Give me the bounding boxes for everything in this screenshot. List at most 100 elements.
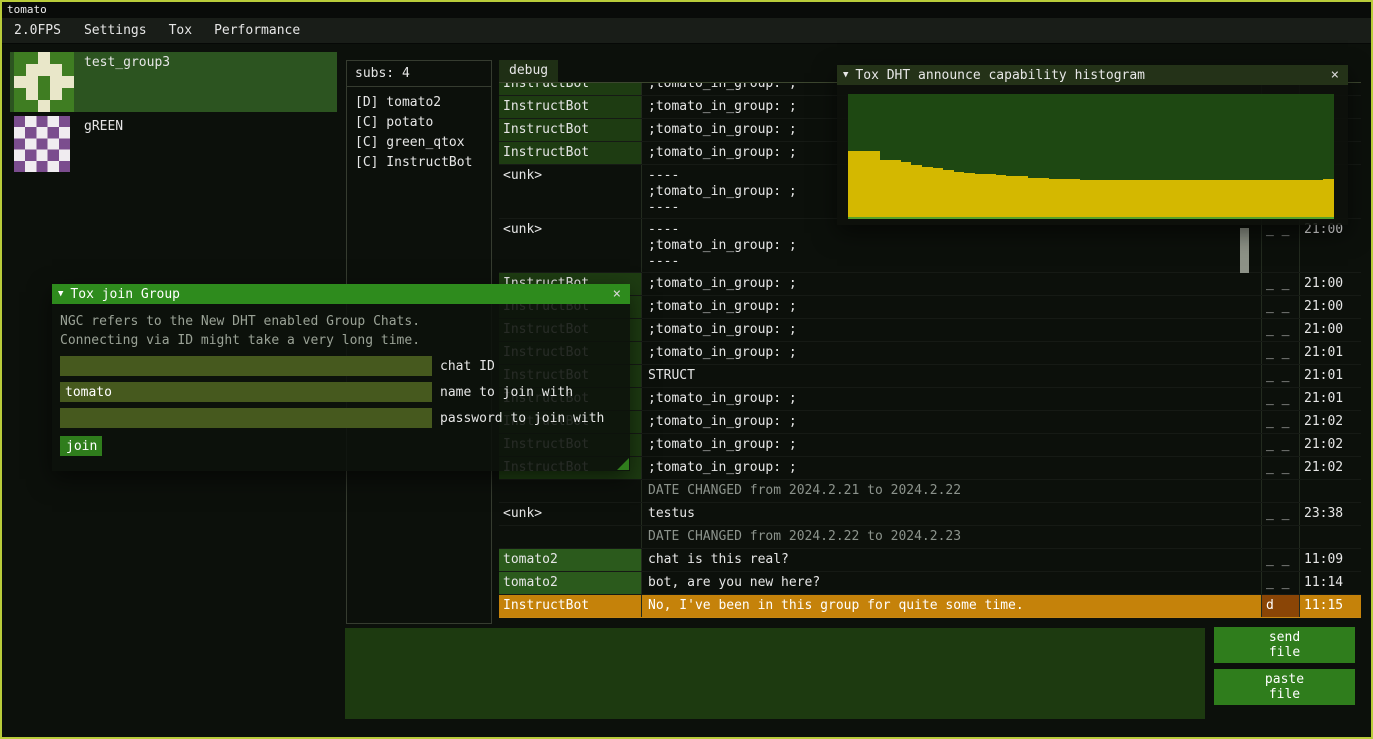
- member-item[interactable]: [C] InstructBot: [347, 153, 491, 173]
- close-icon[interactable]: ×: [610, 284, 624, 304]
- histogram-bar: [1218, 180, 1229, 217]
- histogram-bar: [911, 165, 922, 217]
- message-time: [1299, 526, 1361, 548]
- contact-item-test-group3[interactable]: test_group3: [10, 52, 337, 112]
- message-input[interactable]: [345, 628, 1205, 719]
- paste-file-button[interactable]: paste file: [1214, 669, 1355, 705]
- chat-row[interactable]: tomato2bot, are you new here?_ _11:14: [499, 572, 1361, 595]
- histogram-window: ▼ Tox DHT announce capability histogram …: [837, 65, 1348, 225]
- histogram-bar: [1091, 180, 1102, 217]
- message-flags: _ _: [1261, 503, 1299, 525]
- message-flags: _ _: [1261, 319, 1299, 341]
- histogram-bar: [1313, 180, 1324, 217]
- histogram-bar: [1049, 179, 1060, 217]
- message-time: 11:09: [1299, 549, 1361, 571]
- collapse-icon[interactable]: ▼: [843, 70, 848, 80]
- message-flags: _ _: [1261, 434, 1299, 456]
- histogram-bar: [1028, 178, 1039, 217]
- message-time: 21:01: [1299, 365, 1361, 387]
- histogram-bar: [1207, 180, 1218, 217]
- message-flags: _ _: [1261, 411, 1299, 433]
- join-description-line1: NGC refers to the New DHT enabled Group …: [60, 312, 622, 331]
- date-changed-text: DATE CHANGED from 2024.2.21 to 2024.2.22: [641, 480, 1261, 502]
- histogram-bar: [933, 168, 944, 217]
- chat-scrollbar-thumb[interactable]: [1240, 228, 1249, 273]
- contact-avatar: [14, 116, 74, 176]
- histogram-bar: [1070, 179, 1081, 217]
- message-flags: _ _: [1261, 572, 1299, 594]
- sender-name: <unk>: [499, 219, 641, 272]
- app-window: tomato 2.0FPS Settings Tox Performance t…: [0, 0, 1373, 739]
- histogram-bar: [1038, 178, 1049, 217]
- sender-name: <unk>: [499, 165, 641, 218]
- histogram-window-body: [837, 85, 1348, 225]
- join-password-input[interactable]: [60, 408, 432, 428]
- histogram-bar: [954, 172, 965, 218]
- contact-item-green[interactable]: gREEN: [10, 116, 337, 176]
- message-text: ;tomato_in_group: ;: [641, 434, 1261, 456]
- message-flags: _ _: [1261, 365, 1299, 387]
- chat-id-input[interactable]: [60, 356, 432, 376]
- sender-name: [499, 480, 641, 502]
- chat-row[interactable]: <unk>----;tomato_in_group: ;----_ _21:00: [499, 219, 1361, 273]
- chat-row[interactable]: tomato2chat is this real?_ _11:09: [499, 549, 1361, 572]
- chat-row[interactable]: InstructBotNo, I've been in this group f…: [499, 595, 1361, 618]
- histogram-bar: [1133, 180, 1144, 217]
- join-name-input[interactable]: [60, 382, 432, 402]
- chat-id-label: chat ID: [440, 359, 495, 374]
- sender-name: InstructBot: [499, 142, 641, 164]
- close-icon[interactable]: ×: [1328, 65, 1342, 85]
- histogram-bar: [1186, 180, 1197, 217]
- os-window-title: tomato: [2, 2, 1371, 18]
- histogram-bar: [1154, 180, 1165, 217]
- histogram-bar: [975, 174, 986, 217]
- join-description-line2: Connecting via ID might take a very long…: [60, 331, 622, 350]
- message-time: 11:15: [1299, 595, 1361, 617]
- message-text: STRUCT: [641, 365, 1261, 387]
- join-group-window-titlebar[interactable]: ▼ Tox join Group ×: [52, 284, 630, 304]
- sender-name: <unk>: [499, 503, 641, 525]
- histogram-bar: [1271, 180, 1282, 217]
- histogram-plot: [848, 94, 1334, 219]
- histogram-window-titlebar[interactable]: ▼ Tox DHT announce capability histogram …: [837, 65, 1348, 85]
- menu-performance[interactable]: Performance: [203, 18, 311, 43]
- join-button[interactable]: join: [60, 436, 102, 456]
- message-text: ;tomato_in_group: ;: [641, 388, 1261, 410]
- histogram-bar: [1165, 180, 1176, 217]
- menu-tox[interactable]: Tox: [158, 18, 203, 43]
- member-item[interactable]: [C] potato: [347, 113, 491, 133]
- collapse-icon[interactable]: ▼: [58, 289, 63, 299]
- histogram-bar: [1080, 180, 1091, 217]
- histogram-bar: [985, 174, 996, 217]
- message-time: 21:01: [1299, 342, 1361, 364]
- sender-name: tomato2: [499, 549, 641, 571]
- message-text: ;tomato_in_group: ;: [641, 319, 1261, 341]
- join-password-label: password to join with: [440, 411, 604, 426]
- subs-list: [D] tomato2 [C] potato [C] green_qtox [C…: [347, 87, 491, 173]
- histogram-bar: [1017, 176, 1028, 217]
- histogram-bar: [890, 160, 901, 217]
- resize-grip[interactable]: [617, 458, 629, 470]
- histogram-bar: [996, 175, 1007, 217]
- message-time: [1299, 480, 1361, 502]
- message-flags: d: [1261, 595, 1299, 617]
- histogram-bar: [1102, 180, 1113, 217]
- join-group-window: ▼ Tox join Group × NGC refers to the New…: [52, 284, 630, 471]
- sender-name: InstructBot: [499, 83, 641, 95]
- send-file-button[interactable]: send file: [1214, 627, 1355, 663]
- chat-date-separator[interactable]: DATE CHANGED from 2024.2.21 to 2024.2.22: [499, 480, 1361, 503]
- tab-debug[interactable]: debug: [499, 60, 558, 82]
- member-item[interactable]: [C] green_qtox: [347, 133, 491, 153]
- sender-name: InstructBot: [499, 119, 641, 141]
- histogram-bar: [1281, 180, 1292, 217]
- chat-row[interactable]: <unk>testus_ _23:38: [499, 503, 1361, 526]
- menu-settings[interactable]: Settings: [73, 18, 158, 43]
- message-text: ;tomato_in_group: ;: [641, 411, 1261, 433]
- histogram-bar: [1197, 180, 1208, 217]
- sender-name: tomato2: [499, 572, 641, 594]
- chat-date-separator[interactable]: DATE CHANGED from 2024.2.22 to 2024.2.23: [499, 526, 1361, 549]
- message-text: ;tomato_in_group: ;: [641, 273, 1261, 295]
- histogram-bar: [1249, 180, 1260, 217]
- message-time: 21:00: [1299, 319, 1361, 341]
- member-item[interactable]: [D] tomato2: [347, 93, 491, 113]
